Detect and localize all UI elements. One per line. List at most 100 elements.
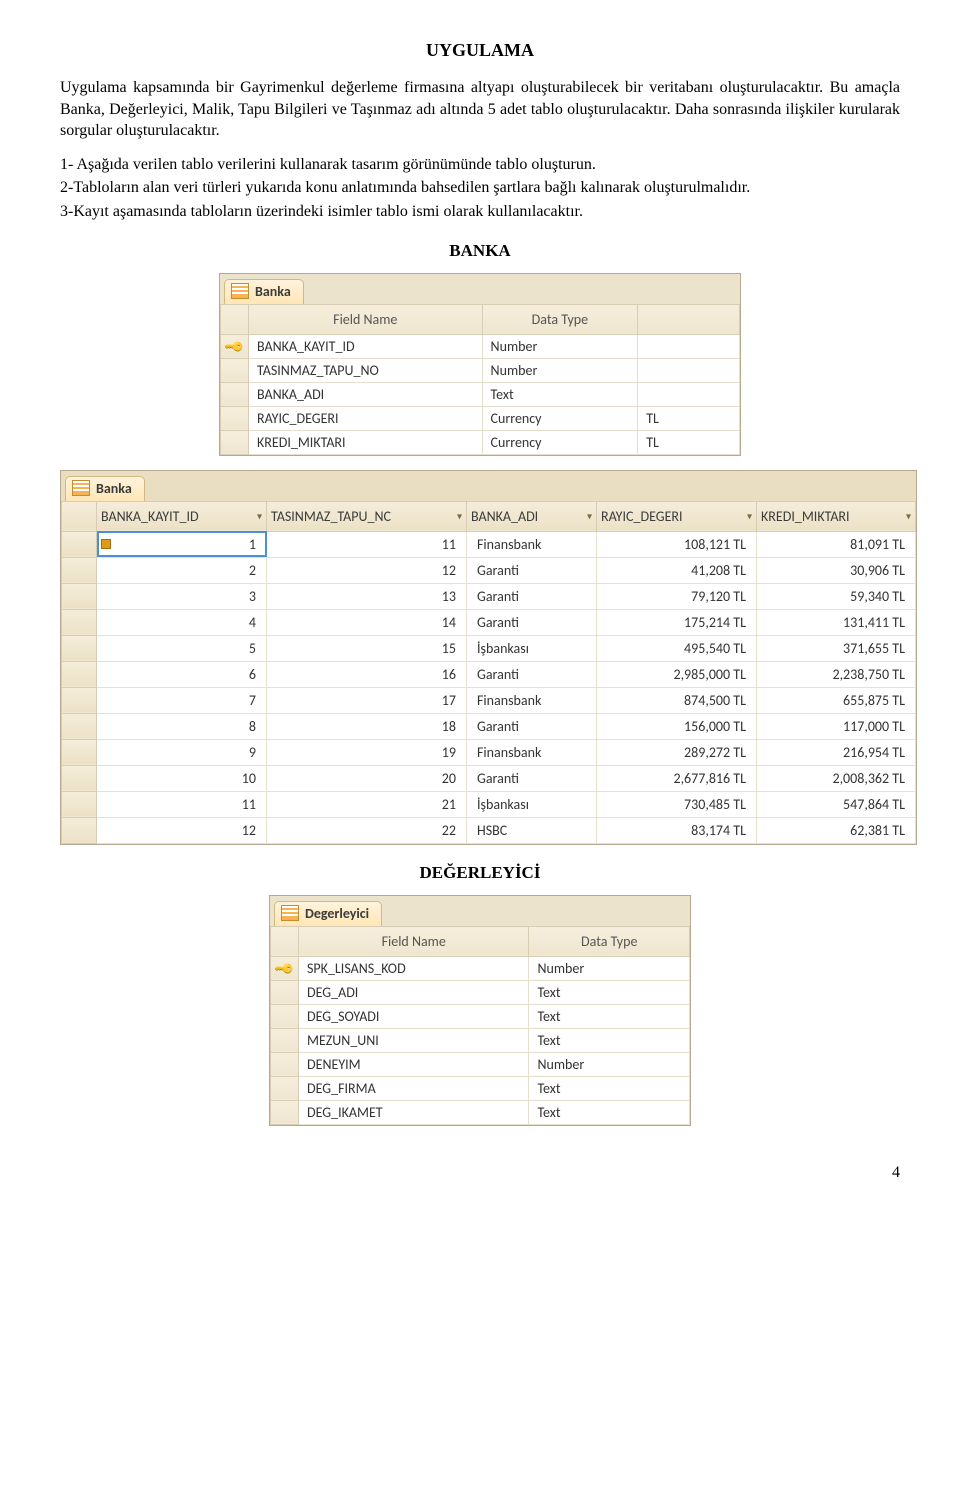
- table-row[interactable]: 1121İşbankası730,485 TL547,864 TL: [62, 791, 916, 817]
- cell-id[interactable]: 7: [97, 687, 267, 713]
- cell-id[interactable]: 5: [97, 635, 267, 661]
- col-field-name[interactable]: Field Name: [249, 304, 483, 334]
- table-row[interactable]: 414Garanti175,214 TL131,411 TL: [62, 609, 916, 635]
- row-gutter[interactable]: [62, 557, 97, 583]
- cell-id[interactable]: 12: [97, 817, 267, 843]
- col-data-type[interactable]: Data Type: [482, 304, 638, 334]
- table-row[interactable]: 🔑SPK_LISANS_KODNumber: [271, 956, 690, 980]
- cell-rayic[interactable]: 874,500 TL: [597, 687, 757, 713]
- cell-rayic[interactable]: 108,121 TL: [597, 531, 757, 557]
- tab-degerleyici[interactable]: Degerleyici: [274, 901, 382, 926]
- table-row[interactable]: 919Finansbank289,272 TL216,954 TL: [62, 739, 916, 765]
- column-header[interactable]: KREDI_MIKTARI▾: [757, 501, 916, 531]
- cell-banka[interactable]: İşbankası: [467, 791, 597, 817]
- chevron-down-icon[interactable]: ▾: [747, 510, 752, 523]
- field-name-cell[interactable]: DEG_SOYADI: [299, 1004, 529, 1028]
- cell-banka[interactable]: Garanti: [467, 661, 597, 687]
- cell-id[interactable]: 10: [97, 765, 267, 791]
- cell-banka[interactable]: Garanti: [467, 713, 597, 739]
- data-type-cell[interactable]: Number: [529, 1052, 690, 1076]
- data-type-cell[interactable]: Currency: [482, 406, 638, 430]
- table-row[interactable]: DEG_SOYADIText: [271, 1004, 690, 1028]
- table-row[interactable]: 515İşbankası495,540 TL371,655 TL: [62, 635, 916, 661]
- tab-banka[interactable]: Banka: [224, 279, 304, 304]
- data-type-cell[interactable]: Number: [482, 358, 638, 382]
- cell-kredi[interactable]: 655,875 TL: [757, 687, 916, 713]
- cell-tapu[interactable]: 20: [267, 765, 467, 791]
- cell-id[interactable]: 8: [97, 713, 267, 739]
- field-name-cell[interactable]: SPK_LISANS_KOD: [299, 956, 529, 980]
- row-gutter[interactable]: [271, 1100, 299, 1124]
- cell-tapu[interactable]: 18: [267, 713, 467, 739]
- column-header[interactable]: BANKA_ADI▾: [467, 501, 597, 531]
- cell-kredi[interactable]: 2,008,362 TL: [757, 765, 916, 791]
- cell-kredi[interactable]: 547,864 TL: [757, 791, 916, 817]
- cell-tapu[interactable]: 15: [267, 635, 467, 661]
- row-gutter[interactable]: [62, 791, 97, 817]
- row-gutter[interactable]: [62, 609, 97, 635]
- row-gutter[interactable]: [62, 687, 97, 713]
- chevron-down-icon[interactable]: ▾: [457, 510, 462, 523]
- cell-rayic[interactable]: 730,485 TL: [597, 791, 757, 817]
- cell-tapu[interactable]: 12: [267, 557, 467, 583]
- cell-id[interactable]: 11: [97, 791, 267, 817]
- table-row[interactable]: TASINMAZ_TAPU_NONumber: [221, 358, 740, 382]
- table-row[interactable]: DEG_ADIText: [271, 980, 690, 1004]
- cell-tapu[interactable]: 22: [267, 817, 467, 843]
- col-extra[interactable]: [638, 304, 740, 334]
- row-gutter[interactable]: [221, 406, 249, 430]
- cell-banka[interactable]: Garanti: [467, 583, 597, 609]
- table-row[interactable]: DEG_FIRMAText: [271, 1076, 690, 1100]
- data-type-cell[interactable]: Text: [529, 1076, 690, 1100]
- row-gutter[interactable]: [221, 358, 249, 382]
- table-row[interactable]: 313Garanti79,120 TL59,340 TL: [62, 583, 916, 609]
- cell-banka[interactable]: İşbankası: [467, 635, 597, 661]
- cell-rayic[interactable]: 495,540 TL: [597, 635, 757, 661]
- cell-tapu[interactable]: 17: [267, 687, 467, 713]
- field-name-cell[interactable]: DEG_IKAMET: [299, 1100, 529, 1124]
- field-name-cell[interactable]: BANKA_KAYIT_ID: [249, 334, 483, 358]
- cell-tapu[interactable]: 16: [267, 661, 467, 687]
- table-row[interactable]: 616Garanti2,985,000 TL2,238,750 TL: [62, 661, 916, 687]
- row-gutter[interactable]: [271, 1028, 299, 1052]
- table-row[interactable]: 1222HSBC83,174 TL62,381 TL: [62, 817, 916, 843]
- cell-tapu[interactable]: 13: [267, 583, 467, 609]
- table-row[interactable]: 1020Garanti2,677,816 TL2,008,362 TL: [62, 765, 916, 791]
- column-header[interactable]: BANKA_KAYIT_ID▾: [97, 501, 267, 531]
- row-gutter[interactable]: [221, 382, 249, 406]
- row-gutter[interactable]: [62, 739, 97, 765]
- table-row[interactable]: 111Finansbank108,121 TL81,091 TL: [62, 531, 916, 557]
- chevron-down-icon[interactable]: ▾: [906, 510, 911, 523]
- data-type-cell[interactable]: Text: [529, 1100, 690, 1124]
- cell-kredi[interactable]: 59,340 TL: [757, 583, 916, 609]
- col-field-name[interactable]: Field Name: [299, 926, 529, 956]
- cell-tapu[interactable]: 11: [267, 531, 467, 557]
- cell-banka[interactable]: HSBC: [467, 817, 597, 843]
- chevron-down-icon[interactable]: ▾: [257, 510, 262, 523]
- table-row[interactable]: MEZUN_UNIText: [271, 1028, 690, 1052]
- cell-id[interactable]: 6: [97, 661, 267, 687]
- cell-id[interactable]: 9: [97, 739, 267, 765]
- data-type-cell[interactable]: Text: [529, 980, 690, 1004]
- field-name-cell[interactable]: MEZUN_UNI: [299, 1028, 529, 1052]
- cell-banka[interactable]: Finansbank: [467, 739, 597, 765]
- cell-banka[interactable]: Garanti: [467, 609, 597, 635]
- col-data-type[interactable]: Data Type: [529, 926, 690, 956]
- cell-rayic[interactable]: 79,120 TL: [597, 583, 757, 609]
- data-type-cell[interactable]: Text: [529, 1028, 690, 1052]
- cell-rayic[interactable]: 41,208 TL: [597, 557, 757, 583]
- field-name-cell[interactable]: BANKA_ADI: [249, 382, 483, 406]
- cell-id[interactable]: 3: [97, 583, 267, 609]
- data-type-cell[interactable]: Number: [482, 334, 638, 358]
- row-gutter[interactable]: [271, 980, 299, 1004]
- cell-banka[interactable]: Garanti: [467, 557, 597, 583]
- cell-rayic[interactable]: 2,985,000 TL: [597, 661, 757, 687]
- cell-rayic[interactable]: 289,272 TL: [597, 739, 757, 765]
- cell-kredi[interactable]: 371,655 TL: [757, 635, 916, 661]
- cell-banka[interactable]: Garanti: [467, 765, 597, 791]
- row-gutter[interactable]: [271, 1004, 299, 1028]
- column-header[interactable]: RAYIC_DEGERI▾: [597, 501, 757, 531]
- table-row[interactable]: DENEYIMNumber: [271, 1052, 690, 1076]
- table-row[interactable]: 717Finansbank874,500 TL655,875 TL: [62, 687, 916, 713]
- extra-cell[interactable]: [638, 358, 740, 382]
